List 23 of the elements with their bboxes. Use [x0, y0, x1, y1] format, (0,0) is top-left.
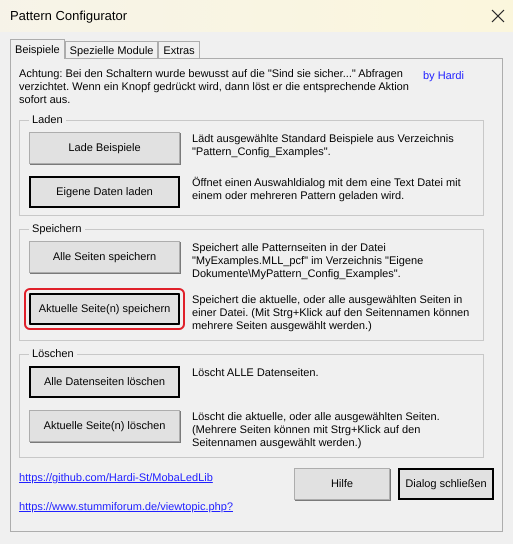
action-button[interactable]: Lade Beispiele	[29, 132, 180, 164]
action-button[interactable]: Eigene Daten laden	[29, 176, 180, 208]
action-description: Speichert alle Patternseiten in der Datei "MyExamples.MLL_pcf" im Verzeichnis "Eigene Dokumente\MyPattern_Config_Examples".	[192, 241, 424, 281]
tab[interactable]: Extras	[158, 41, 200, 58]
notice-text: Achtung: Bei den Schaltern wurde bewusst auf die "Sind sie sicher..." Abfragen verzichtet. Wenn ein Knopf gedrückt wird, dann löst er die entsprechende Aktion sofort aus.	[19, 68, 410, 107]
tab[interactable]: Spezielle Module	[64, 41, 158, 58]
close-icon[interactable]	[491, 9, 505, 23]
action-description: Lädt ausgewählte Standard Beispiele aus Verzeichnis "Pattern_Config_Examples".	[192, 132, 455, 159]
author-text: by Hardi	[423, 69, 464, 82]
action-button[interactable]: Hilfe	[294, 468, 390, 500]
action-description: Löscht die aktuelle, oder alle ausgewählten Seiten. (Mehrere Seiten können mit Strg+Klick auf den Seitennamen ausgewählt werden.)	[192, 410, 441, 450]
link[interactable]: https://www.stummiforum.de/viewtopic.php?	[19, 498, 233, 515]
action-button[interactable]: Aktuelle Seite(n) löschen	[29, 410, 180, 442]
action-button[interactable]: Dialog schließen	[398, 468, 494, 500]
tab[interactable]: Beispiele	[10, 39, 65, 59]
link[interactable]: https://github.com/Hardi-St/MobaLedLib	[19, 470, 233, 486]
action-description: Öffnet einen Auswahldialog mit dem eine Text Datei mit einem oder mehreren Pattern geladen wird.	[192, 176, 462, 203]
action-description: Speichert die aktuelle, oder alle ausgewählten Seiten in einer Datei. (Mit Strg+Klick auf den Seitennamen können mehrere Seiten ausgewählt werden.)	[192, 293, 470, 333]
action-description: Löscht ALLE Datenseiten.	[192, 366, 320, 380]
action-button[interactable]: Alle Datenseiten löschen	[29, 366, 180, 398]
window-title: Pattern Configurator	[10, 7, 128, 26]
action-button[interactable]: Alle Seiten speichern	[29, 241, 180, 273]
group-title: Speichern	[29, 222, 85, 236]
